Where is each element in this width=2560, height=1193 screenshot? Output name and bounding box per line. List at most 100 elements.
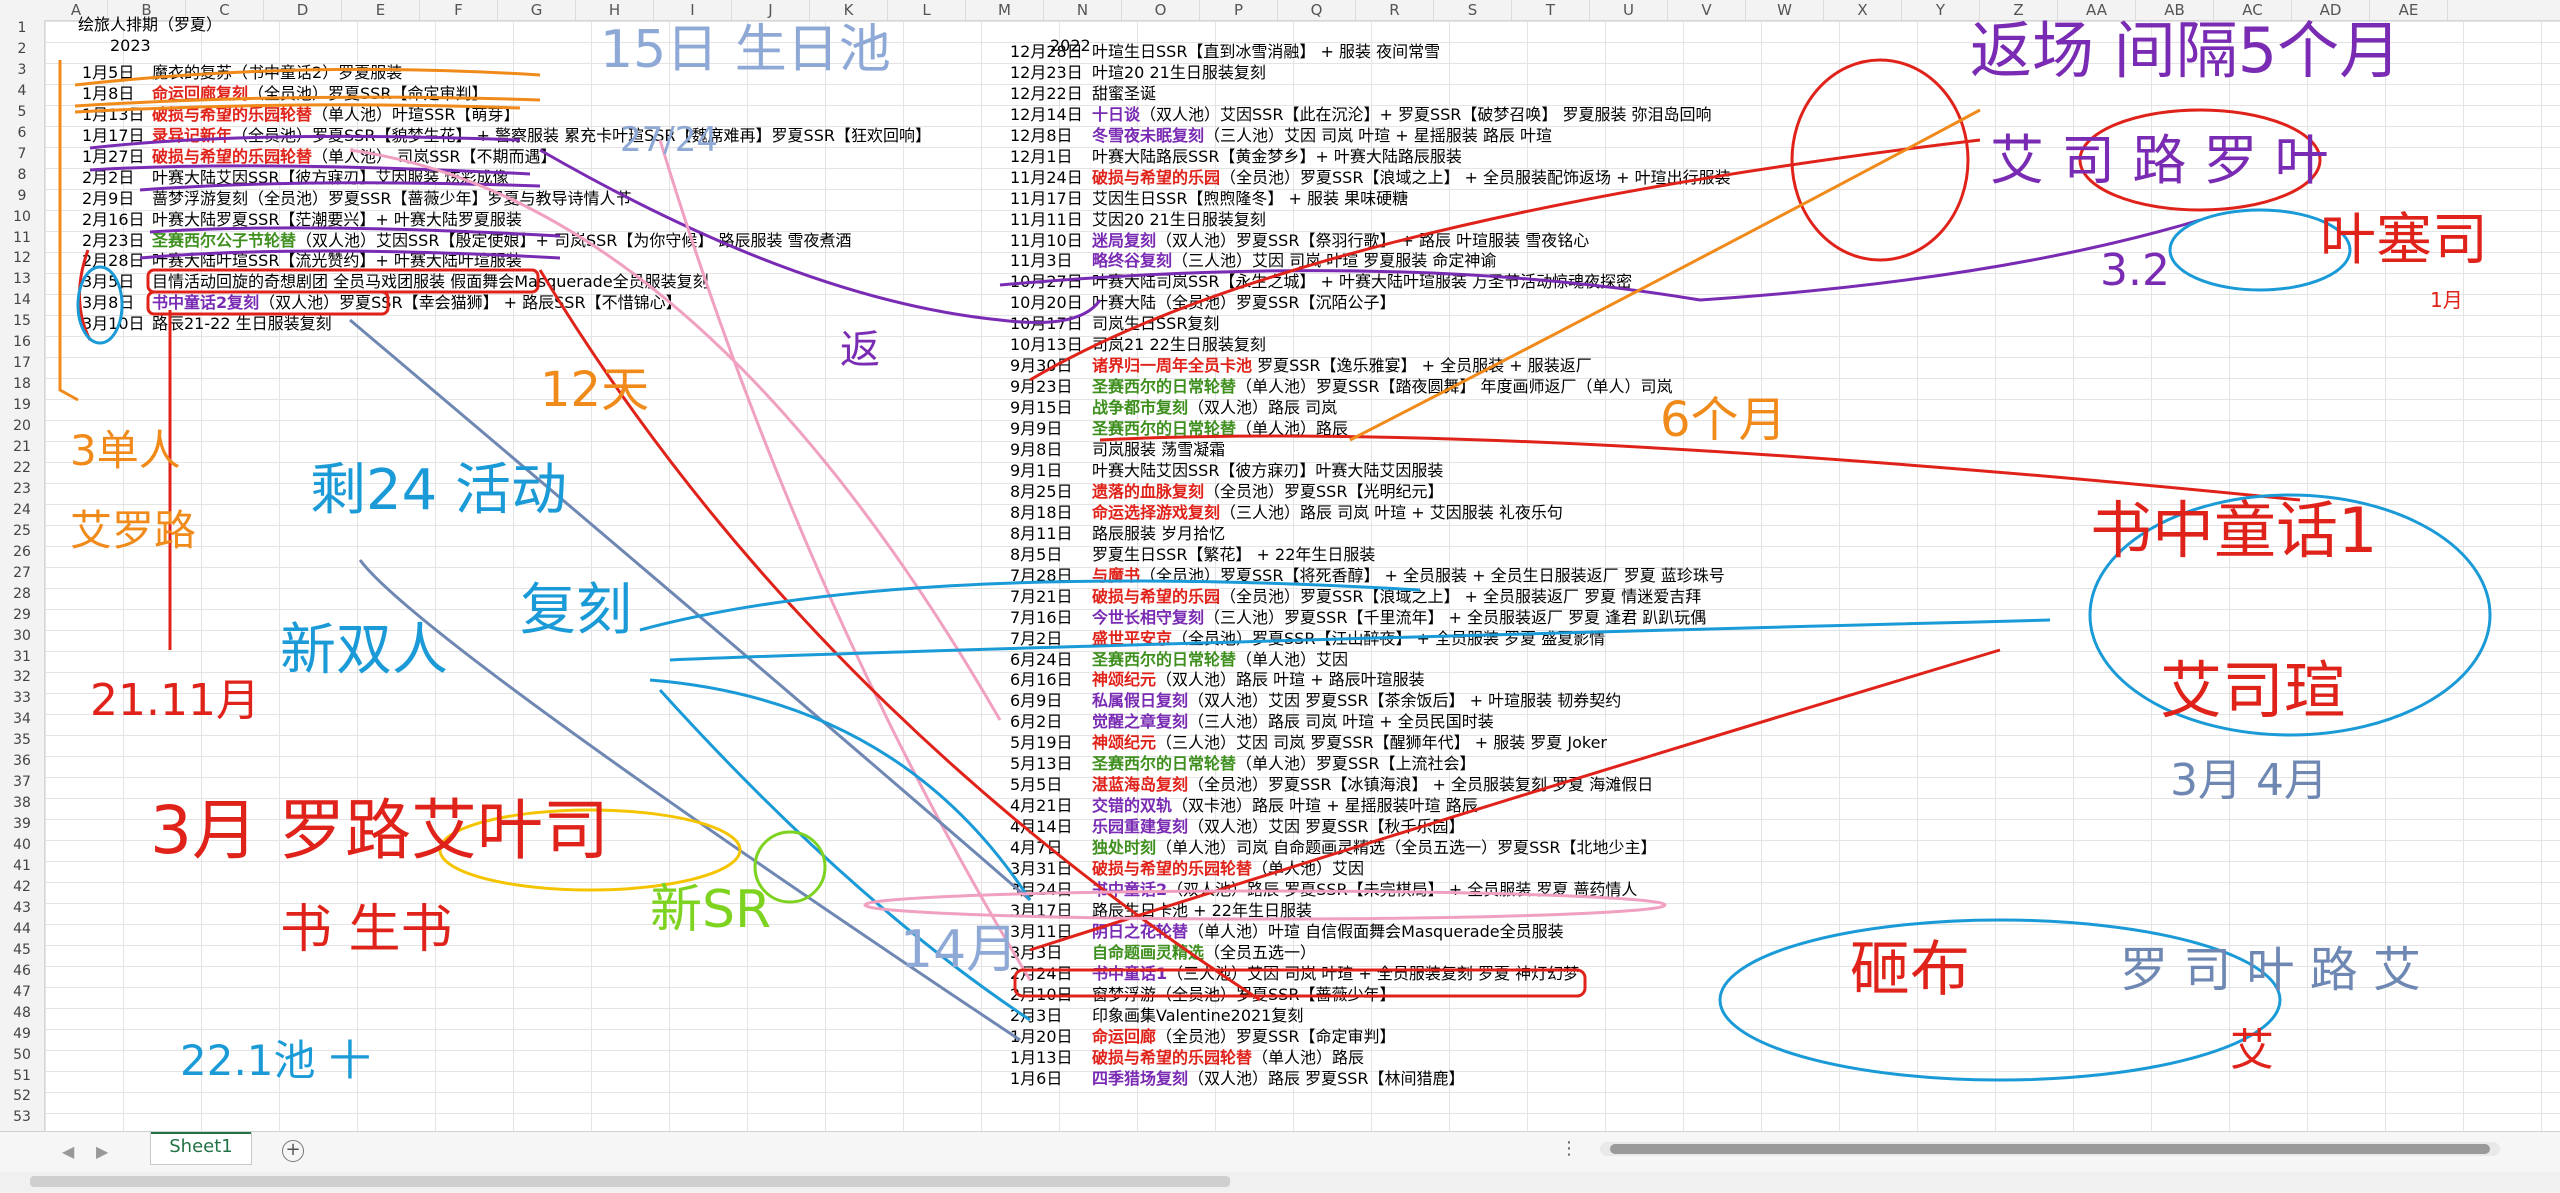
row-header-1[interactable]: 1 xyxy=(0,20,44,36)
tab-next-icon[interactable]: ▶ xyxy=(96,1142,108,1161)
entry-text[interactable]: 破损与希望的乐园轮替（单人池）叶瑄SSR【萌芽】 xyxy=(152,104,519,125)
entry-date[interactable]: 6月24日 xyxy=(1010,649,1073,670)
column-header-F[interactable]: F xyxy=(420,0,498,20)
entry-text[interactable]: 艾因20 21生日服装复刻 xyxy=(1092,209,1266,230)
entry-text[interactable]: 录异记新年（全员池）罗夏SSR【貌梦生花】 + 警察服装 累充卡叶瑄SSR【魏席… xyxy=(152,125,931,146)
row-header-46[interactable]: 46 xyxy=(0,963,44,979)
column-header-H[interactable]: H xyxy=(576,0,654,20)
entry-text[interactable]: 圣赛西尔的日常轮替（单人池）艾因 xyxy=(1092,649,1348,670)
entry-text[interactable]: 艾因生日SSR【煦煦隆冬】 + 服装 果味硬糖 xyxy=(1092,188,1408,209)
entry-text[interactable]: 十日谈（双人池）艾因SSR【此在沉沦】+ 罗夏SSR【破梦召唤】 罗夏服装 弥泪… xyxy=(1092,104,1712,125)
row-header-38[interactable]: 38 xyxy=(0,795,44,811)
row-header-47[interactable]: 47 xyxy=(0,984,44,1000)
row-header-28[interactable]: 28 xyxy=(0,586,44,602)
entry-text[interactable]: 迷局复刻（双人池）罗夏SSR【祭羽行歌】 + 路辰 叶瑄服装 雪夜铭心 xyxy=(1092,230,1589,251)
entry-text[interactable]: 圣赛西尔公子节轮替（双人池）艾因SSR【殷定使娘】+ 司岚SSR【为你守候】 路… xyxy=(152,230,852,251)
entry-text[interactable]: 圣赛西尔的日常轮替（单人池）路辰 xyxy=(1092,418,1348,439)
row-header-49[interactable]: 49 xyxy=(0,1026,44,1042)
column-header-T[interactable]: T xyxy=(1512,0,1590,20)
row-header-4[interactable]: 4 xyxy=(0,83,44,99)
row-header-26[interactable]: 26 xyxy=(0,544,44,560)
row-header-25[interactable]: 25 xyxy=(0,523,44,539)
entry-text[interactable]: 司岚生日SSR复刻 xyxy=(1092,313,1219,334)
entry-date[interactable]: 2月3日 xyxy=(1010,1005,1062,1026)
entry-text[interactable]: 破损与希望的乐园轮替（单人池）路辰 xyxy=(1092,1047,1364,1068)
row-header-51[interactable]: 51 xyxy=(0,1068,44,1084)
entry-text[interactable]: 诸界归一周年全员卡池 罗夏SSR【逸乐雅宴】 + 全员服装 + 服装返厂 xyxy=(1092,355,1592,376)
entry-text[interactable]: 窗梦浮游（全员池）罗夏SSR【蔷薇少年】 xyxy=(1092,984,1395,1005)
entry-date[interactable]: 11月11日 xyxy=(1010,209,1083,230)
entry-date[interactable]: 9月15日 xyxy=(1010,397,1073,418)
entry-date[interactable]: 12月14日 xyxy=(1010,104,1083,125)
row-header-7[interactable]: 7 xyxy=(0,146,44,162)
entry-date[interactable]: 11月24日 xyxy=(1010,167,1083,188)
entry-text[interactable]: 叶赛大陆叶瑄SSR【流光赞约】+ 叶赛大陆叶瑄服装 xyxy=(152,250,522,271)
column-header-D[interactable]: D xyxy=(264,0,342,20)
more-options-icon[interactable]: ⋮ xyxy=(1560,1138,1578,1159)
entry-text[interactable]: 破损与希望的乐园（全员池）罗夏SSR【浪域之上】 + 全员服装返厂 罗夏 情迷爱… xyxy=(1092,586,1701,607)
entry-date[interactable]: 9月9日 xyxy=(1010,418,1062,439)
add-sheet-icon[interactable]: + xyxy=(282,1140,304,1162)
row-header-14[interactable]: 14 xyxy=(0,292,44,308)
entry-date[interactable]: 5月19日 xyxy=(1010,732,1073,753)
entry-text[interactable]: 今世长相守复刻（三人池）罗夏SSR【千里流年】 + 全员服装返厂 罗夏 逢君 趴… xyxy=(1092,607,1706,628)
column-header-M[interactable]: M xyxy=(966,0,1044,20)
column-header-K[interactable]: K xyxy=(810,0,888,20)
entry-text[interactable]: 叶瑄生日SSR【直到冰雪消融】 + 服装 夜间常雪 xyxy=(1092,41,1440,62)
entry-text[interactable]: 圣赛西尔的日常轮替（单人池）罗夏SSR【上流社会】 xyxy=(1092,753,1475,774)
entry-text[interactable]: 命运回廊（全员池）罗夏SSR【命定审判】 xyxy=(1092,1026,1395,1047)
entry-date[interactable]: 3月10日 xyxy=(82,313,145,334)
entry-date[interactable]: 12月8日 xyxy=(1010,125,1073,146)
row-header-8[interactable]: 8 xyxy=(0,167,44,183)
row-header-16[interactable]: 16 xyxy=(0,334,44,350)
row-header-43[interactable]: 43 xyxy=(0,900,44,916)
entry-text[interactable]: 圣赛西尔的日常轮替（单人池）罗夏SSR【踏夜圆舞】 年度画师返厂（单人）司岚 xyxy=(1092,376,1673,397)
row-header-37[interactable]: 37 xyxy=(0,774,44,790)
row-header-31[interactable]: 31 xyxy=(0,649,44,665)
horizontal-scrollbar[interactable] xyxy=(1600,1142,2500,1156)
entry-date[interactable]: 1月13日 xyxy=(1010,1047,1073,1068)
entry-date[interactable]: 2月24日 xyxy=(1010,963,1073,984)
year-left-label[interactable]: 2023 xyxy=(110,35,151,56)
row-header-36[interactable]: 36 xyxy=(0,753,44,769)
row-header-45[interactable]: 45 xyxy=(0,942,44,958)
entry-text[interactable]: 目情活动回旋的奇想剧团 全员马戏团服装 假面舞会Masquerade全员服装复刻 xyxy=(152,271,709,292)
row-header-2[interactable]: 2 xyxy=(0,41,44,57)
entry-date[interactable]: 9月8日 xyxy=(1010,439,1062,460)
column-header-P[interactable]: P xyxy=(1200,0,1278,20)
entry-date[interactable]: 1月5日 xyxy=(82,62,134,83)
entry-date[interactable]: 10月13日 xyxy=(1010,334,1083,355)
row-header-5[interactable]: 5 xyxy=(0,104,44,120)
row-header-15[interactable]: 15 xyxy=(0,313,44,329)
row-header-53[interactable]: 53 xyxy=(0,1109,44,1125)
entry-text[interactable]: 路辰生日卡池 + 22年生日服装 xyxy=(1092,900,1312,921)
entry-text[interactable]: 书中童话2复刻（双人池）罗夏SSR【幸会猫狮】 + 路辰SSR【不惜锦心】 xyxy=(152,292,682,313)
entry-date[interactable]: 9月30日 xyxy=(1010,355,1073,376)
entry-date[interactable]: 10月27日 xyxy=(1010,271,1083,292)
column-header-Q[interactable]: Q xyxy=(1278,0,1356,20)
entry-text[interactable]: 书中童话2（双人池）路辰 罗夏SSR【未完棋局】 + 全员服装 罗夏 蔷药情人 xyxy=(1092,879,1637,900)
entry-text[interactable]: 路辰服装 岁月拾忆 xyxy=(1092,523,1225,544)
entry-date[interactable]: 8月18日 xyxy=(1010,502,1073,523)
entry-date[interactable]: 4月21日 xyxy=(1010,795,1073,816)
entry-date[interactable]: 3月31日 xyxy=(1010,858,1073,879)
column-header-N[interactable]: N xyxy=(1044,0,1122,20)
entry-date[interactable]: 3月5日 xyxy=(82,271,134,292)
row-header-19[interactable]: 19 xyxy=(0,397,44,413)
column-header-R[interactable]: R xyxy=(1356,0,1434,20)
tab-prev-icon[interactable]: ◀ xyxy=(62,1142,74,1161)
entry-text[interactable]: 乐园重建复刻（双人池）艾因 罗夏SSR【秋千乐园】 xyxy=(1092,816,1465,837)
entry-text[interactable]: 路辰21-22 生日服装复刻 xyxy=(152,313,332,334)
entry-date[interactable]: 1月20日 xyxy=(1010,1026,1073,1047)
entry-date[interactable]: 8月5日 xyxy=(1010,544,1062,565)
entry-text[interactable]: 罗夏生日SSR【繁花】 + 22年生日服装 xyxy=(1092,544,1375,565)
entry-text[interactable]: 私属假日复刻（双人池）艾因 罗夏SSR【茶余饭后】 + 叶瑄服装 韧券契约 xyxy=(1092,690,1621,711)
row-header-21[interactable]: 21 xyxy=(0,439,44,455)
entry-text[interactable]: 魔衣的复苏（书中童话2）罗夏服装 xyxy=(152,62,402,83)
row-header-42[interactable]: 42 xyxy=(0,879,44,895)
entry-text[interactable]: 叶赛大陆路辰SSR【黄金梦乡】+ 叶赛大陆路辰服装 xyxy=(1092,146,1462,167)
entry-text[interactable]: 湛蓝海岛复刻（全员池）罗夏SSR【冰镇海浪】 + 全员服装复刻 罗夏 海滩假日 xyxy=(1092,774,1653,795)
entry-date[interactable]: 4月7日 xyxy=(1010,837,1062,858)
tab-sheet1[interactable]: Sheet1 xyxy=(150,1132,252,1165)
entry-date[interactable]: 1月27日 xyxy=(82,146,145,167)
